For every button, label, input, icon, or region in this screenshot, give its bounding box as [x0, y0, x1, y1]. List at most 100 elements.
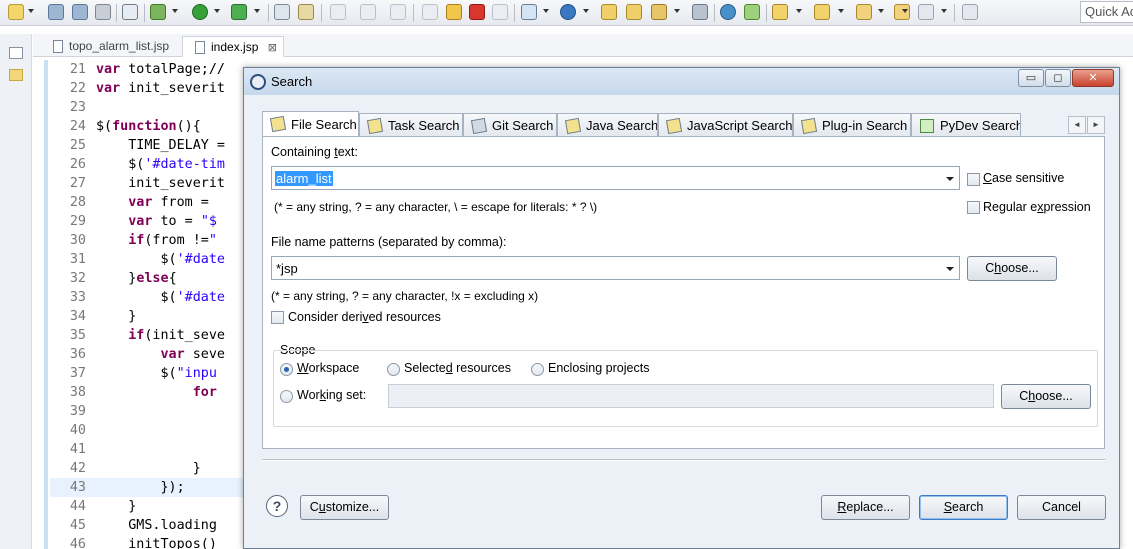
debug-icon[interactable]: [150, 4, 166, 20]
code-line[interactable]: 28 var from =: [50, 193, 250, 212]
new-icon[interactable]: [8, 4, 24, 20]
tab-javascript-search[interactable]: JavaScript Search: [658, 113, 793, 137]
choose-patterns-button[interactable]: Choose...: [967, 256, 1057, 281]
code-line[interactable]: 46 initTopos(): [50, 535, 250, 549]
edit-dropdown-icon[interactable]: [674, 9, 680, 13]
code-line[interactable]: 23: [50, 98, 250, 117]
code-line[interactable]: 26 $('#date-tim: [50, 155, 250, 174]
search-button[interactable]: Search: [919, 495, 1008, 520]
code-line[interactable]: 31 $('#date: [50, 250, 250, 269]
back-dropdown-icon[interactable]: [878, 9, 884, 13]
code-editor[interactable]: 21 var totalPage;// 22 var init_severit 23 24…: [50, 60, 250, 549]
code-line[interactable]: 25 TIME_DELAY =: [50, 136, 250, 155]
toggle-icon[interactable]: [274, 4, 290, 20]
code-line[interactable]: 41: [50, 440, 250, 459]
debug-dropdown-icon[interactable]: [172, 9, 178, 13]
code-line[interactable]: 27 init_severit: [50, 174, 250, 193]
open-type-icon[interactable]: [601, 4, 617, 20]
previous-annotation-dropdown-icon[interactable]: [838, 9, 844, 13]
code-line[interactable]: 29 var to = "$: [50, 212, 250, 231]
new-project-icon[interactable]: [521, 4, 537, 20]
code-line[interactable]: 30 if(from !=": [50, 231, 250, 250]
code-line[interactable]: 32 }else{: [50, 269, 250, 288]
dialog-title-bar[interactable]: Search ▭ ◻ ✕: [244, 68, 1119, 95]
save-all-icon[interactable]: [72, 4, 88, 20]
restore-view-icon[interactable]: [9, 47, 23, 59]
tab-scroll-left-icon[interactable]: ◄: [1068, 116, 1086, 134]
next-annotation-dropdown-icon[interactable]: [796, 9, 802, 13]
code-line[interactable]: 34 }: [50, 307, 250, 326]
skip-breakpoints-icon[interactable]: [122, 4, 138, 20]
suspend-icon[interactable]: [446, 4, 462, 20]
code-line[interactable]: 42 }: [50, 459, 250, 478]
quick-access-field[interactable]: Quick Ac: [1080, 1, 1133, 23]
working-set-radio[interactable]: [280, 390, 293, 403]
replace-button[interactable]: Replace...: [821, 495, 910, 520]
search-icon[interactable]: [744, 4, 760, 20]
close-icon[interactable]: ⊠: [268, 42, 277, 54]
tab-scroll-right-icon[interactable]: ►: [1087, 116, 1105, 134]
customize-button[interactable]: Customize...: [300, 495, 389, 520]
file-patterns-combo[interactable]: *jsp: [271, 256, 960, 280]
workspace-radio[interactable]: [280, 363, 293, 376]
tab-git-search[interactable]: Git Search: [463, 113, 557, 137]
code-line[interactable]: 43 });: [50, 478, 250, 497]
maximize-icon[interactable]: ◻: [1045, 69, 1071, 87]
code-line[interactable]: 21 var totalPage;//: [50, 60, 250, 79]
tab-task-search[interactable]: Task Search: [359, 113, 463, 137]
resume-icon[interactable]: [422, 4, 438, 20]
terminate-icon[interactable]: [469, 4, 485, 20]
tab-file-search[interactable]: File Search: [262, 111, 359, 137]
code-line[interactable]: 40: [50, 421, 250, 440]
selected-resources-radio[interactable]: [387, 363, 400, 376]
package-explorer-icon[interactable]: [9, 69, 23, 81]
forward-dropdown-icon[interactable]: [902, 9, 908, 13]
run-dropdown-icon[interactable]: [214, 9, 220, 13]
close-icon[interactable]: ✕: [1072, 69, 1114, 87]
last-edit-icon[interactable]: [918, 4, 934, 20]
next-annotation-icon[interactable]: [772, 4, 788, 20]
globe-icon[interactable]: [720, 4, 736, 20]
code-line[interactable]: 37 $("inpu: [50, 364, 250, 383]
case-sensitive-checkbox[interactable]: [967, 173, 980, 186]
open-folder-icon[interactable]: [626, 4, 642, 20]
code-line[interactable]: 24 $(function(){: [50, 117, 250, 136]
chevron-down-icon[interactable]: [946, 177, 954, 181]
derived-resources-checkbox[interactable]: [271, 311, 284, 324]
pin-editor-icon[interactable]: [962, 4, 978, 20]
print-icon[interactable]: [95, 4, 111, 20]
last-edit-dropdown-icon[interactable]: [941, 9, 947, 13]
code-line[interactable]: 22 var init_severit: [50, 79, 250, 98]
external-tools-dropdown-icon[interactable]: [254, 9, 260, 13]
tools-icon[interactable]: [692, 4, 708, 20]
merge-icon[interactable]: [298, 4, 314, 20]
editor-tab-topo-alarm-list[interactable]: topo_alarm_list.jsp: [41, 36, 175, 57]
redo-icon[interactable]: [390, 4, 406, 20]
regular-expression-checkbox[interactable]: [967, 201, 980, 214]
choose-working-set-button[interactable]: Choose...: [1001, 384, 1091, 409]
back-icon[interactable]: [856, 4, 872, 20]
tab-java-search[interactable]: Java Search: [557, 113, 658, 137]
code-line[interactable]: 45 GMS.loading: [50, 516, 250, 535]
new-dropdown-icon[interactable]: [28, 9, 34, 13]
run-icon[interactable]: [192, 4, 208, 20]
code-line[interactable]: 36 var seve: [50, 345, 250, 364]
chevron-down-icon[interactable]: [946, 267, 954, 271]
undo-icon[interactable]: [360, 4, 376, 20]
editor-tab-index-jsp[interactable]: index.jsp ⊠: [182, 36, 284, 57]
cancel-button[interactable]: Cancel: [1017, 495, 1106, 520]
help-icon[interactable]: ?: [266, 495, 288, 517]
code-line[interactable]: 38 for: [50, 383, 250, 402]
tab-pydev-search[interactable]: PyDev Search: [911, 113, 1021, 137]
code-line[interactable]: 39: [50, 402, 250, 421]
previous-annotation-icon[interactable]: [814, 4, 830, 20]
code-line[interactable]: 35 if(init_seve: [50, 326, 250, 345]
code-line[interactable]: 33 $('#date: [50, 288, 250, 307]
disconnect-icon[interactable]: [492, 4, 508, 20]
minimize-icon[interactable]: ▭: [1018, 69, 1044, 87]
new-project-dropdown-icon[interactable]: [543, 9, 549, 13]
containing-text-combo[interactable]: alarm_list: [271, 166, 960, 190]
edit-icon[interactable]: [651, 4, 667, 20]
new-class-icon[interactable]: [560, 4, 576, 20]
code-line[interactable]: 44 }: [50, 497, 250, 516]
